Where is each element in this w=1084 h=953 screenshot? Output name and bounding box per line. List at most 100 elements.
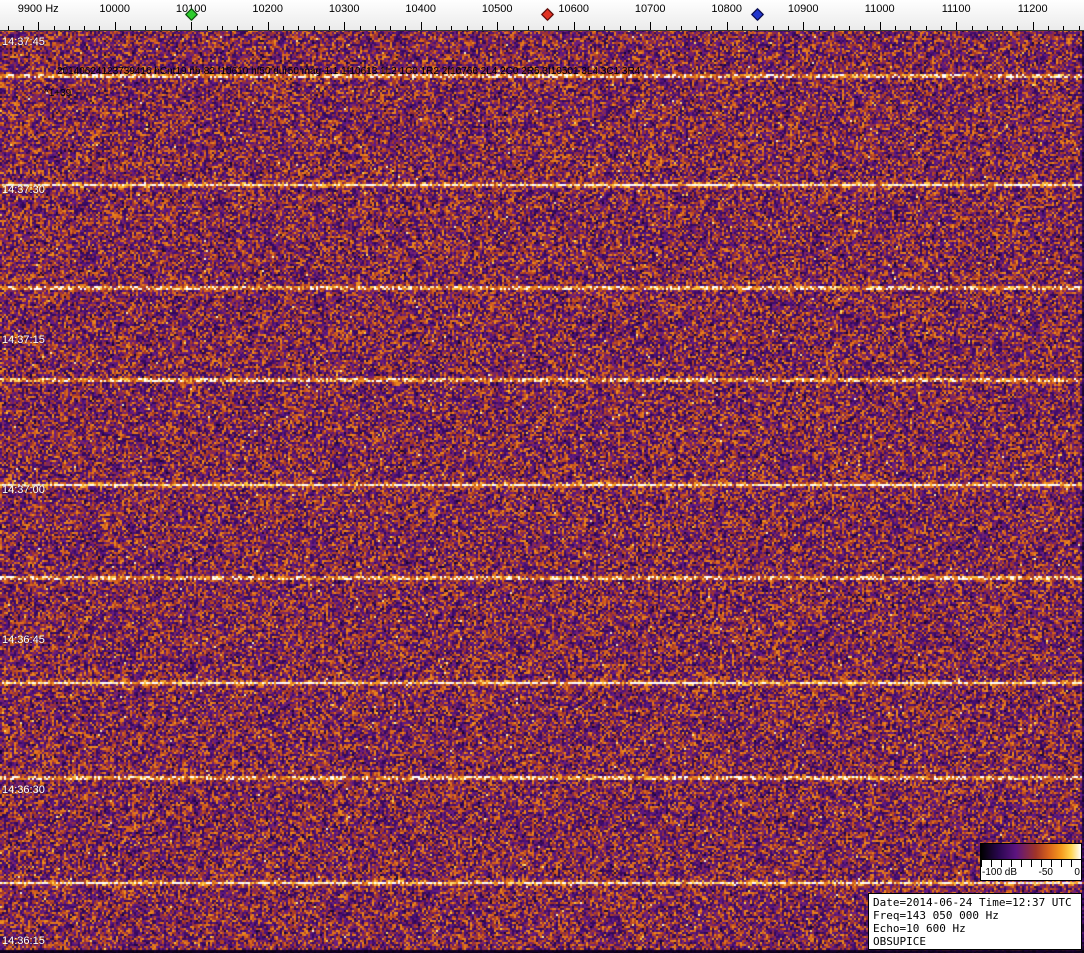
ruler-tick [497,22,498,30]
ruler-tick [207,26,208,30]
ruler-frequency-label: 10800 [711,3,742,15]
db-colorbar-ticks [980,860,1082,867]
ruler-tick [635,26,636,30]
ruler-tick [130,26,131,30]
ruler-tick [819,26,820,30]
ruler-tick [650,22,651,30]
ruler-tick [834,26,835,30]
ruler-tick [283,26,284,30]
db-label-min: -100 dB [982,867,1017,878]
info-echo-line: Echo=10 600 Hz [873,922,1077,935]
observation-info-box: Date=2014-06-24 Time=12:37 UTC Freq=143 … [868,893,1082,950]
ruler-tick [604,26,605,30]
ruler-tick [54,26,55,30]
ruler-tick [558,26,559,30]
ruler-tick [23,26,24,30]
ruler-tick [222,26,223,30]
ruler-tick [1063,26,1064,30]
ruler-tick [574,22,575,30]
spectrogram-display: 9900 Hz100001010010200103001040010500106… [0,0,1084,953]
ruler-tick [329,26,330,30]
frequency-ruler[interactable]: 9900 Hz100001010010200103001040010500106… [0,0,1084,31]
ruler-tick [757,26,758,30]
ruler-frequency-label: 9900 Hz [18,3,59,15]
ruler-tick [421,22,422,30]
ruler-tick [1033,22,1034,30]
ruler-tick [926,26,927,30]
ruler-tick [390,26,391,30]
db-color-legend: -100 dB -50 0 [980,843,1082,881]
ruler-frequency-label: 10300 [329,3,360,15]
ruler-frequency-label: 10000 [99,3,130,15]
ruler-tick [727,22,728,30]
ruler-tick [788,26,789,30]
ruler-frequency-label: 10700 [635,3,666,15]
ruler-tick [696,26,697,30]
ruler-frequency-label: 10200 [252,3,283,15]
ruler-frequency-label: 11200 [1018,3,1048,15]
ruler-tick [145,26,146,30]
ruler-frequency-label: 11000 [865,3,895,15]
ruler-tick [161,26,162,30]
ruler-tick [115,22,116,30]
detection-marker-note: ^1+39 [44,88,71,99]
ruler-tick [742,26,743,30]
ruler-tick [910,26,911,30]
ruler-tick [268,22,269,30]
db-label-mid: -50 [1039,867,1053,878]
ruler-frequency-label: 10400 [405,3,436,15]
ruler-tick [528,26,529,30]
ruler-tick [467,26,468,30]
spectrogram-canvas[interactable] [0,30,1084,953]
ruler-tick [711,26,712,30]
ruler-tick [864,26,865,30]
ruler-tick [482,26,483,30]
ruler-tick [1017,26,1018,30]
ruler-tick [84,26,85,30]
ruler-tick [513,26,514,30]
ruler-tick [451,26,452,30]
db-label-max: 0 [1074,867,1080,878]
ruler-tick [375,26,376,30]
ruler-tick [1002,26,1003,30]
ruler-tick [344,22,345,30]
ruler-tick [360,26,361,30]
ruler-tick [8,26,9,30]
ruler-tick [956,22,957,30]
ruler-tick [987,26,988,30]
ruler-tick [99,26,100,30]
ruler-tick [895,26,896,30]
db-colorbar [980,843,1082,860]
ruler-tick [543,26,544,30]
ruler-tick [803,22,804,30]
ruler-tick [314,26,315,30]
ruler-tick [69,26,70,30]
frequency-marker-blue-icon[interactable] [751,8,764,21]
ruler-tick [849,26,850,30]
ruler-tick [681,26,682,30]
ruler-tick [436,26,437,30]
ruler-frequency-label: 11100 [942,3,971,15]
ruler-tick [666,26,667,30]
info-date-line: Date=2014-06-24 Time=12:37 UTC [873,896,1077,909]
info-station-line: OBSUPICE [873,935,1077,948]
ruler-tick [176,26,177,30]
ruler-tick [620,26,621,30]
ruler-tick [237,26,238,30]
ruler-frequency-label: 10500 [482,3,513,15]
ruler-tick [880,22,881,30]
ruler-tick [298,26,299,30]
db-colorbar-labels: -100 dB -50 0 [980,867,1082,881]
detection-annotation: 20140624123739416 hCnt19 nb-82 f10610 hf… [57,66,640,77]
ruler-tick [252,26,253,30]
ruler-tick [589,26,590,30]
ruler-tick [1079,26,1080,30]
info-freq-line: Freq=143 050 000 Hz [873,909,1077,922]
ruler-tick [972,26,973,30]
ruler-tick [1048,26,1049,30]
ruler-tick [773,26,774,30]
ruler-tick [191,22,192,30]
ruler-frequency-label: 10600 [558,3,589,15]
frequency-marker-red-icon[interactable] [541,8,554,21]
ruler-tick [405,26,406,30]
